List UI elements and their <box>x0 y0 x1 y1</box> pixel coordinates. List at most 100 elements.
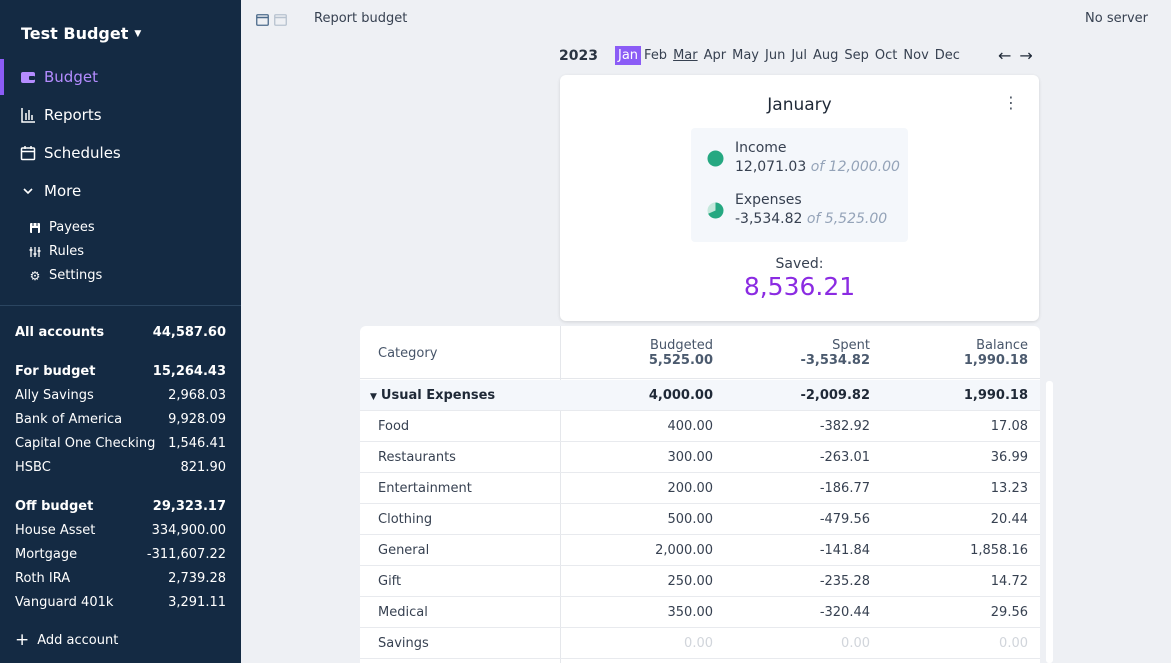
category-name[interactable]: General <box>360 543 561 558</box>
gear-icon: ⚙ <box>29 268 41 283</box>
balance-cell[interactable]: 20.44 <box>991 512 1028 527</box>
category-name[interactable]: Savings <box>360 636 561 651</box>
nav-rules[interactable]: Rules <box>29 244 84 259</box>
account-name: For budget <box>15 364 96 379</box>
nav-schedules[interactable]: Schedules <box>0 135 241 171</box>
spent-cell[interactable]: -263.01 <box>820 450 870 465</box>
account-ally-savings[interactable]: Ally Savings 2,968.03 <box>15 388 226 403</box>
group-budgeted[interactable]: 4,000.00 <box>649 388 713 403</box>
nav-payees[interactable]: Payees <box>29 220 95 235</box>
arrow-right-icon[interactable]: → <box>1019 46 1032 65</box>
account-capital-one-checking[interactable]: Capital One Checking 1,546.41 <box>15 436 226 451</box>
report-budget-link[interactable]: Report budget <box>314 11 407 26</box>
spent-cell[interactable]: -186.77 <box>820 481 870 496</box>
account-balance: 3,291.11 <box>168 595 226 610</box>
arrow-left-icon[interactable]: ← <box>998 46 1011 65</box>
month-jun[interactable]: Jun <box>762 46 788 65</box>
month-dec[interactable]: Dec <box>932 46 963 65</box>
month-feb[interactable]: Feb <box>641 46 670 65</box>
plus-icon: + <box>15 630 30 650</box>
budgeted-cell[interactable]: 500.00 <box>668 512 714 527</box>
month-nov[interactable]: Nov <box>900 46 931 65</box>
nav-more[interactable]: More <box>0 173 241 209</box>
budgeted-cell[interactable]: 2,000.00 <box>655 543 713 558</box>
category-name[interactable]: Restaurants <box>360 450 561 465</box>
add-account-button[interactable]: + Add account <box>15 630 118 650</box>
spent-cell[interactable]: -382.92 <box>820 419 870 434</box>
spent-cell[interactable]: -141.84 <box>820 543 870 558</box>
caret-down-icon[interactable]: ▼ <box>370 392 377 402</box>
account-name: HSBC <box>15 460 51 475</box>
calendar-view-alt-icon[interactable] <box>274 11 287 26</box>
category-name[interactable]: Clothing <box>360 512 561 527</box>
month-jul[interactable]: Jul <box>788 46 810 65</box>
account-mortgage[interactable]: Mortgage -311,607.22 <box>15 547 226 562</box>
month-oct[interactable]: Oct <box>872 46 900 65</box>
budget-name-menu[interactable]: Test Budget ▼ <box>21 24 141 43</box>
wallet-icon <box>20 69 36 85</box>
nav-reports[interactable]: Reports <box>0 97 241 133</box>
group-row-usual-expenses[interactable]: ▼ Usual Expenses 4,000.00 -2,009.82 1,990… <box>360 380 1040 411</box>
balance-cell[interactable]: 1,858.16 <box>970 543 1028 558</box>
month-apr[interactable]: Apr <box>701 46 730 65</box>
balance-cell[interactable]: 0.00 <box>999 636 1028 651</box>
group-balance: 1,990.18 <box>963 388 1028 403</box>
balance-cell[interactable]: 14.72 <box>991 574 1028 589</box>
budgeted-cell[interactable]: 350.00 <box>668 605 714 620</box>
group-spent: -2,009.82 <box>800 388 870 403</box>
budgeted-cell[interactable]: 300.00 <box>668 450 714 465</box>
off-budget-accounts[interactable]: Off budget 29,323.17 <box>15 499 226 514</box>
balance-cell[interactable]: 36.99 <box>991 450 1028 465</box>
spent-cell[interactable]: -235.28 <box>820 574 870 589</box>
server-status[interactable]: No server <box>1085 11 1148 26</box>
category-name[interactable]: Medical <box>360 605 561 620</box>
scrollbar[interactable] <box>1046 381 1053 663</box>
category-name[interactable]: Entertainment <box>360 481 561 496</box>
category-name[interactable]: Gift <box>360 574 561 589</box>
category-row[interactable]: Gift 250.00 -235.28 14.72 <box>360 566 1040 597</box>
spent-cell[interactable]: -479.56 <box>820 512 870 527</box>
category-row[interactable]: Entertainment 200.00 -186.77 13.23 <box>360 473 1040 504</box>
balance-cell[interactable]: 29.56 <box>991 605 1028 620</box>
income-amount: 12,071.03 of 12,000.00 <box>735 159 900 175</box>
saved-label: Saved: <box>775 256 824 272</box>
all-accounts[interactable]: All accounts 44,587.60 <box>15 325 226 340</box>
for-budget-accounts[interactable]: For budget 15,264.43 <box>15 364 226 379</box>
month-mar[interactable]: Mar <box>670 46 701 65</box>
category-row[interactable]: General 2,000.00 -141.84 1,858.16 <box>360 535 1040 566</box>
month-may[interactable]: May <box>729 46 762 65</box>
account-balance: 15,264.43 <box>152 364 226 379</box>
month-aug[interactable]: Aug <box>810 46 841 65</box>
account-hsbc[interactable]: HSBC 821.90 <box>15 460 226 475</box>
budgeted-cell[interactable]: 400.00 <box>668 419 714 434</box>
account-bank-of-america[interactable]: Bank of America 9,928.09 <box>15 412 226 427</box>
category-name[interactable]: Food <box>360 419 561 434</box>
category-row[interactable]: Restaurants 300.00 -263.01 36.99 <box>360 442 1040 473</box>
account-vanguard-401k[interactable]: Vanguard 401k 3,291.11 <box>15 595 226 610</box>
spent-cell[interactable]: -320.44 <box>820 605 870 620</box>
category-row[interactable]: Medical 350.00 -320.44 29.56 <box>360 597 1040 628</box>
balance-cell[interactable]: 17.08 <box>991 419 1028 434</box>
calendar-view-icon[interactable] <box>256 11 269 26</box>
month-jan[interactable]: Jan <box>615 46 642 65</box>
budgeted-cell[interactable]: 250.00 <box>668 574 714 589</box>
spent-total: -3,534.82 <box>800 353 870 368</box>
nav-label: Schedules <box>44 144 121 162</box>
more-vertical-icon[interactable]: ⋮ <box>1003 95 1019 111</box>
account-house-asset[interactable]: House Asset 334,900.00 <box>15 523 226 538</box>
nav-settings[interactable]: ⚙ Settings <box>29 268 103 283</box>
calendar-icon <box>20 145 36 161</box>
store-icon <box>29 222 41 234</box>
category-row[interactable]: Clothing 500.00 -479.56 20.44 <box>360 504 1040 535</box>
month-sep[interactable]: Sep <box>841 46 872 65</box>
nav-budget[interactable]: Budget <box>0 59 241 95</box>
balance-cell[interactable]: 13.23 <box>991 481 1028 496</box>
category-row[interactable]: Savings 0.00 0.00 0.00 <box>360 628 1040 659</box>
spent-cell[interactable]: 0.00 <box>841 636 870 651</box>
sidebar-divider <box>0 305 241 306</box>
budgeted-cell[interactable]: 200.00 <box>668 481 714 496</box>
budgeted-cell[interactable]: 0.00 <box>684 636 713 651</box>
account-roth-ira[interactable]: Roth IRA 2,739.28 <box>15 571 226 586</box>
income-value: 12,071.03 <box>735 159 807 175</box>
category-row[interactable]: Food 400.00 -382.92 17.08 <box>360 411 1040 442</box>
